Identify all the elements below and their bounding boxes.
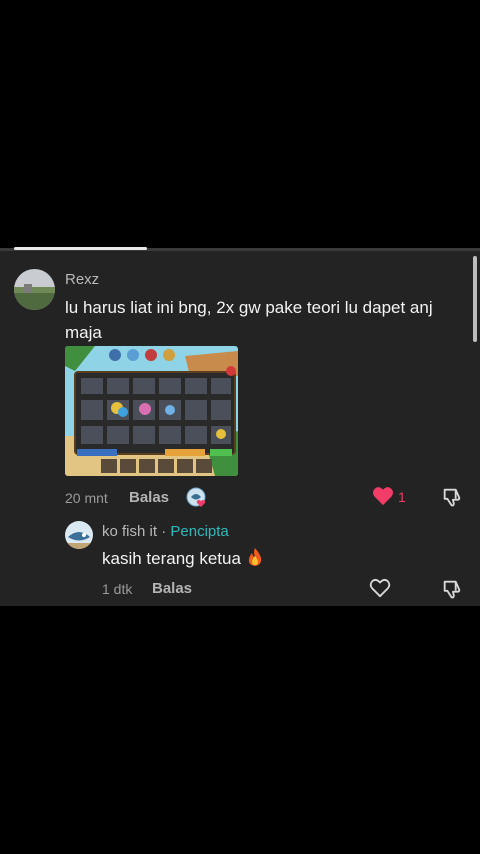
comment-username[interactable]: Rexz — [65, 271, 99, 288]
avatar[interactable] — [14, 269, 55, 310]
creator-badge: Pencipta — [170, 523, 229, 540]
heart-outline-icon[interactable] — [369, 578, 391, 598]
separator-dot: · — [161, 523, 167, 540]
creator-username-line[interactable]: ko fish it · Pencipta — [102, 523, 229, 540]
reply-text-line: kasih terang ketua — [102, 546, 264, 574]
reply-username[interactable]: ko fish it — [102, 523, 157, 540]
reply-timestamp: 1 dtk — [102, 581, 133, 597]
comment-attached-screenshot[interactable] — [65, 346, 238, 476]
video-progress-fill — [14, 247, 147, 250]
dislike-icon[interactable] — [441, 578, 463, 600]
reply-button[interactable]: Balas — [129, 489, 169, 506]
reply-button[interactable]: Balas — [152, 580, 192, 597]
fire-emoji-icon — [246, 547, 264, 574]
comments-scrollbar[interactable] — [473, 256, 477, 342]
reply-text: kasih terang ketua — [102, 549, 241, 568]
dislike-icon[interactable] — [441, 486, 463, 508]
creator-liked-avatar-icon — [186, 487, 208, 509]
like-count: 1 — [398, 489, 406, 505]
comment-timestamp: 20 mnt — [65, 490, 108, 506]
heart-filled-icon[interactable] — [372, 486, 394, 506]
creator-avatar[interactable] — [65, 521, 93, 549]
comment-text: lu harus liat ini bng, 2x gw pake teori … — [65, 298, 433, 342]
